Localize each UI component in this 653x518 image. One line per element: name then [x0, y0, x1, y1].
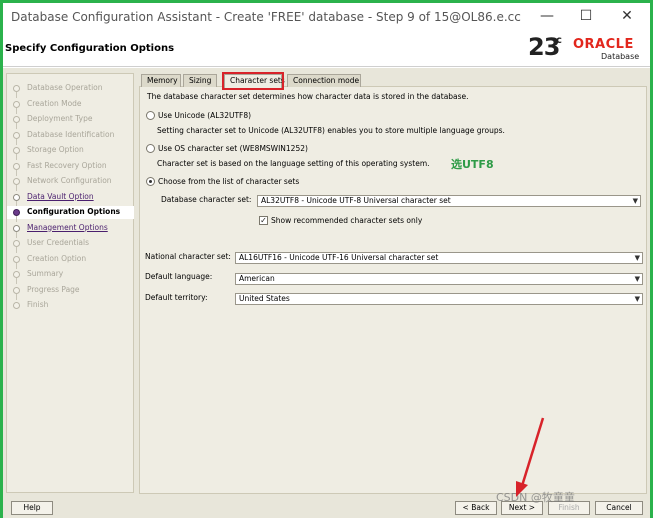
- sidebar-item-summary: Summary: [7, 268, 134, 284]
- sidebar-item-storage-option: Storage Option: [7, 144, 134, 160]
- default-territory-select[interactable]: United States ▼: [235, 293, 643, 305]
- chevron-down-icon: ▼: [634, 295, 640, 303]
- tab-connection-mode[interactable]: Connection mode: [287, 74, 361, 87]
- title-bar: Database Configuration Assistant - Creat…: [3, 3, 650, 31]
- use-os-charset-desc: Character set is based on the language s…: [157, 159, 430, 168]
- default-language-label: Default language:: [145, 272, 213, 281]
- maximize-icon[interactable]: ☐: [576, 7, 596, 25]
- chevron-down-icon: ▼: [634, 275, 640, 283]
- sidebar-item-network-configuration: Network Configuration: [7, 175, 134, 191]
- window-title: Database Configuration Assistant - Creat…: [11, 10, 521, 24]
- steps-sidebar: Database Operation Creation Mode Deploym…: [6, 73, 134, 493]
- sidebar-item-configuration-options[interactable]: Configuration Options: [7, 206, 134, 222]
- choose-list-label[interactable]: Choose from the list of character sets: [158, 177, 299, 186]
- sidebar-item-creation-mode: Creation Mode: [7, 98, 134, 114]
- page-title: Specify Configuration Options: [5, 43, 175, 54]
- sidebar-item-finish: Finish: [7, 299, 134, 312]
- back-button[interactable]: < Back: [455, 501, 497, 515]
- oracle-logo: 23 c ORACLE Database: [528, 33, 640, 61]
- sidebar-item-database-operation: Database Operation: [7, 82, 134, 98]
- default-language-select[interactable]: American ▼: [235, 273, 643, 285]
- watermark-text: CSDN @牧童童: [496, 491, 575, 504]
- annotation-text: 选UTF8: [451, 158, 494, 171]
- default-territory-label: Default territory:: [145, 293, 208, 302]
- use-os-charset-label[interactable]: Use OS character set (WE8MSWIN1252): [158, 144, 308, 153]
- chevron-down-icon: ▼: [632, 197, 638, 205]
- tab-memory[interactable]: Memory: [141, 74, 181, 87]
- window-frame: Database Configuration Assistant - Creat…: [0, 0, 653, 518]
- sidebar-item-user-credentials: User Credentials: [7, 237, 134, 253]
- use-unicode-desc: Setting character set to Unicode (AL32UT…: [157, 126, 505, 135]
- sidebar-item-data-vault-option[interactable]: Data Vault Option: [7, 191, 134, 207]
- close-icon[interactable]: ✕: [617, 7, 637, 25]
- help-button[interactable]: Help: [11, 501, 53, 515]
- tab-character-sets[interactable]: Character sets: [222, 72, 285, 90]
- ncs-select[interactable]: AL16UTF16 - Unicode UTF-16 Universal cha…: [235, 252, 643, 264]
- cancel-button[interactable]: Cancel: [595, 501, 643, 515]
- show-recommended-checkbox[interactable]: ✓: [259, 216, 268, 225]
- tab-sizing[interactable]: Sizing: [183, 74, 217, 87]
- page-header: Specify Configuration Options 23 c ORACL…: [3, 31, 650, 67]
- sidebar-item-management-options[interactable]: Management Options: [7, 222, 134, 238]
- sidebar-item-fast-recovery-option: Fast Recovery Option: [7, 160, 134, 176]
- minimize-icon[interactable]: —: [537, 7, 557, 25]
- ncs-label: National character set:: [145, 252, 231, 261]
- db-charset-select[interactable]: AL32UTF8 - Unicode UTF-8 Universal chara…: [257, 195, 641, 207]
- sidebar-item-database-identification: Database Identification: [7, 129, 134, 145]
- choose-list-radio[interactable]: [146, 177, 155, 186]
- use-os-charset-radio[interactable]: [146, 144, 155, 153]
- show-recommended-label[interactable]: Show recommended character sets only: [271, 216, 422, 225]
- use-unicode-radio[interactable]: [146, 111, 155, 120]
- sidebar-item-progress-page: Progress Page: [7, 284, 134, 300]
- chevron-down-icon: ▼: [634, 254, 640, 262]
- charset-intro: The database character set determines ho…: [147, 92, 469, 101]
- db-charset-label: Database character set:: [161, 195, 252, 204]
- sidebar-item-deployment-type: Deployment Type: [7, 113, 134, 129]
- use-unicode-label[interactable]: Use Unicode (AL32UTF8): [158, 111, 251, 120]
- sidebar-item-creation-option: Creation Option: [7, 253, 134, 269]
